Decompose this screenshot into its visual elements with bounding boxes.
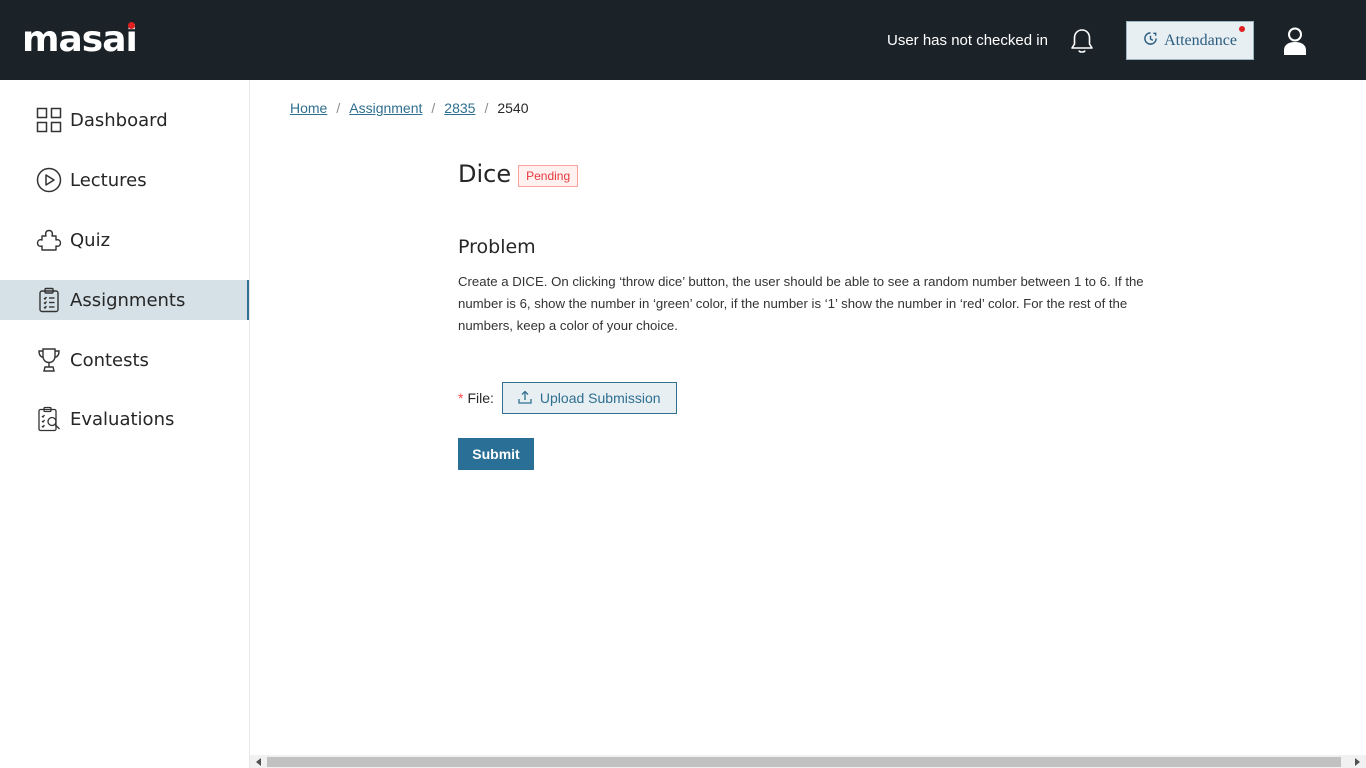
logo-dot	[127, 22, 135, 29]
title-row: Dice Pending	[458, 160, 579, 188]
file-upload-row: * File: Upload Submission	[458, 382, 677, 414]
problem-description: Create a DICE. On clicking ‘throw dice’ …	[458, 274, 1144, 333]
scrollbar-thumb[interactable]	[267, 757, 1341, 767]
upload-label: Upload Submission	[539, 390, 661, 406]
breadcrumb-separator: /	[336, 100, 341, 116]
bell-icon[interactable]	[1068, 27, 1096, 55]
sidebar-item-quiz[interactable]: Quiz	[0, 220, 249, 260]
sidebar-item-assignments[interactable]: Assignments	[0, 280, 249, 320]
breadcrumb-2835[interactable]: 2835	[444, 99, 475, 117]
clock-icon	[1143, 31, 1158, 51]
trophy-icon	[36, 347, 62, 373]
sidebar-item-lectures[interactable]: Lectures	[0, 160, 249, 200]
user-icon[interactable]	[1282, 26, 1308, 56]
submit-button[interactable]: Submit	[458, 438, 534, 470]
sidebar-item-label: Assignments	[70, 289, 186, 311]
sidebar-item-label: Quiz	[70, 229, 111, 251]
horizontal-scrollbar[interactable]	[250, 755, 1366, 768]
problem-heading: Problem	[458, 236, 536, 258]
breadcrumb-separator: /	[484, 100, 489, 116]
sidebar-item-label: Contests	[70, 349, 149, 371]
attendance-button[interactable]: Attendance	[1126, 21, 1254, 60]
grid-icon	[36, 107, 62, 133]
masai-logo[interactable]: masai	[22, 18, 138, 62]
puzzle-icon	[36, 227, 62, 253]
status-badge: Pending	[518, 165, 579, 187]
sidebar-item-label: Lectures	[70, 169, 147, 191]
scroll-left-arrow[interactable]	[256, 758, 261, 766]
clipboard-icon	[36, 287, 62, 313]
sidebar-item-evaluations[interactable]: Evaluations	[0, 399, 249, 439]
breadcrumb-assignment[interactable]: Assignment	[349, 99, 422, 117]
sidebar-item-contests[interactable]: Contests	[0, 340, 249, 380]
page-title: Dice	[458, 160, 512, 188]
file-label: * File:	[458, 390, 494, 406]
sidebar-item-label: Dashboard	[70, 109, 168, 131]
breadcrumb-separator: /	[431, 100, 436, 116]
attendance-label: Attendance	[1164, 31, 1237, 49]
breadcrumb-current: 2540	[497, 100, 529, 116]
logo-text: masai	[22, 19, 138, 60]
breadcrumb: Home / Assignment / 2835 / 2540	[290, 99, 529, 117]
upload-submission-button[interactable]: Upload Submission	[501, 382, 677, 414]
evaluation-icon	[36, 406, 62, 432]
checkin-status: User has not checked in	[887, 32, 1048, 49]
upload-icon	[518, 390, 532, 407]
file-label-text: File	[467, 390, 491, 406]
sidebar-item-dashboard[interactable]: Dashboard	[0, 100, 249, 140]
sidebar-item-label: Evaluations	[70, 408, 175, 430]
required-mark: *	[458, 390, 464, 406]
sidebar: Dashboard Lectures Quiz Assignments Cont…	[0, 80, 250, 768]
breadcrumb-home[interactable]: Home	[290, 99, 327, 117]
scroll-right-arrow[interactable]	[1355, 758, 1360, 766]
notification-dot	[1239, 26, 1245, 32]
top-navbar: masai User has not checked in Attendance	[0, 0, 1366, 80]
play-circle-icon	[36, 167, 62, 193]
